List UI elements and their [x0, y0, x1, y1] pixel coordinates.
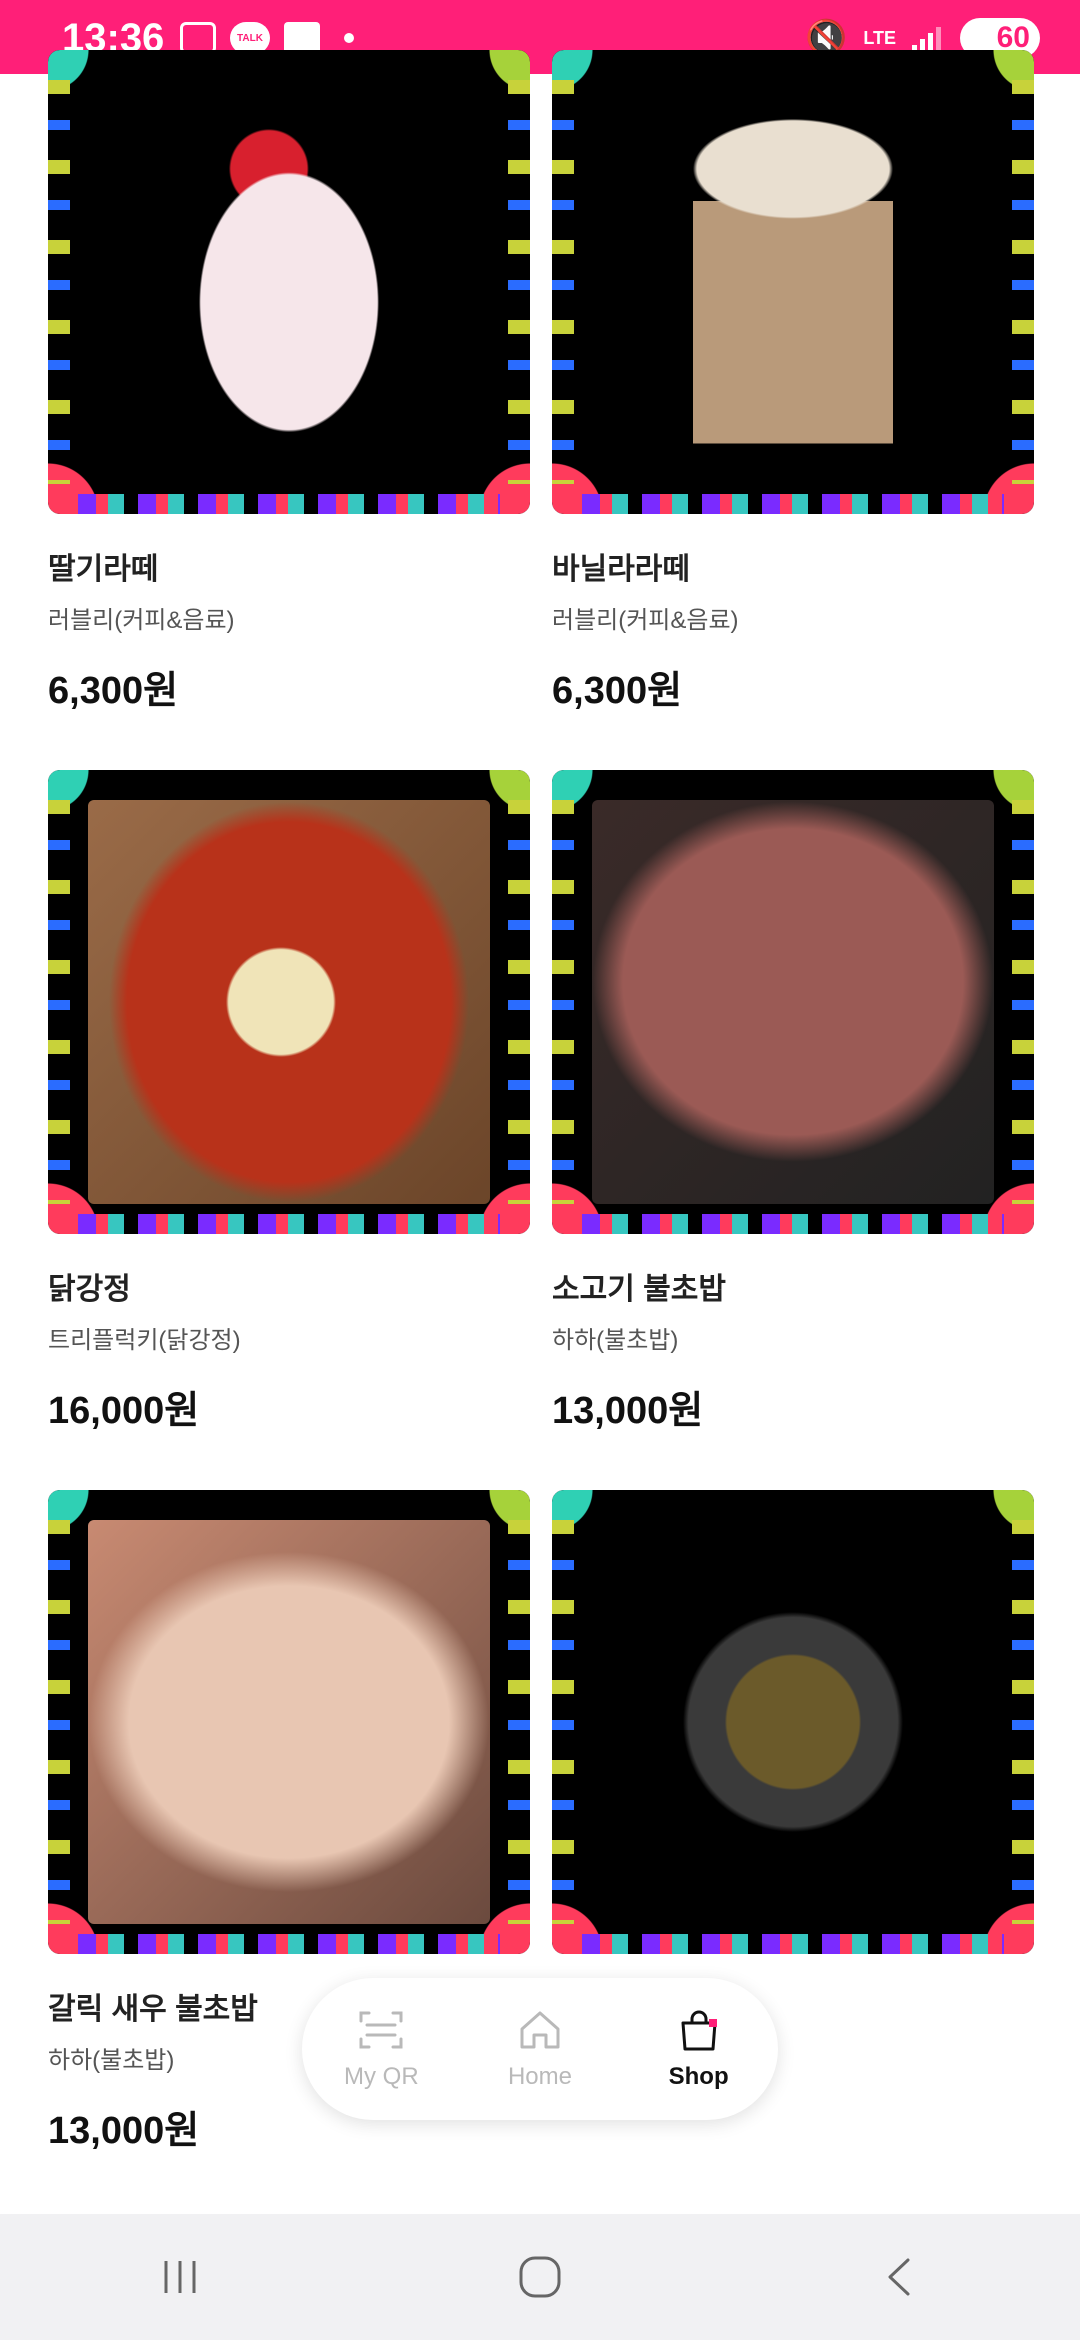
shrimp-sushi-photo	[88, 1520, 490, 1924]
home-icon	[520, 2011, 560, 2049]
nav-label-home: Home	[507, 2063, 572, 2090]
vanilla-latte-photo	[592, 80, 994, 484]
product-card[interactable]: 바닐라라떼 러블리(커피&음료) 6,300원	[552, 50, 1034, 714]
nav-label-my-qr: My QR	[343, 2063, 419, 2090]
bottom-nav: My QR Home Shop	[302, 1978, 778, 2120]
nav-item-home[interactable]: Home	[480, 2007, 600, 2091]
product-name: 닭강정	[48, 1273, 131, 1306]
product-store: 하하(불초밥)	[552, 1327, 679, 1354]
noodle-bowl-photo	[592, 1520, 994, 1924]
network-label: LTE	[863, 28, 896, 48]
product-image[interactable]	[552, 1490, 1034, 1954]
product-store: 러블리(커피&음료)	[48, 607, 235, 634]
back-button[interactable]	[870, 2252, 930, 2302]
strawberry-latte-photo	[88, 80, 490, 484]
product-image[interactable]	[48, 50, 530, 514]
product-name: 소고기 불초밥	[552, 1273, 726, 1306]
product-price: 16,000원	[48, 1390, 200, 1432]
signal-icon	[912, 23, 944, 53]
product-image[interactable]	[48, 770, 530, 1234]
more-notifications-icon	[344, 33, 354, 43]
product-card[interactable]: 닭강정 트리플럭키(닭강정) 16,000원	[48, 770, 530, 1434]
nav-item-my-qr[interactable]: My QR	[321, 2007, 441, 2091]
product-name: 딸기라떼	[48, 553, 159, 586]
home-system-button[interactable]	[510, 2252, 570, 2302]
recent-apps-button[interactable]	[150, 2252, 210, 2302]
product-image[interactable]	[552, 50, 1034, 514]
fried-chicken-photo	[88, 800, 490, 1204]
product-name: 바닐라라떼	[552, 553, 690, 586]
recent-apps-icon	[164, 2261, 196, 2293]
beef-sushi-photo	[592, 800, 994, 1204]
shopping-bag-icon	[681, 2010, 717, 2051]
nav-label-shop: Shop	[668, 2063, 729, 2090]
product-card[interactable]: 딸기라떼 러블리(커피&음료) 6,300원	[48, 50, 530, 714]
product-card[interactable]: 소고기 불초밥 하하(불초밥) 13,000원	[552, 770, 1034, 1434]
system-nav-bar	[0, 2214, 1080, 2340]
product-image[interactable]	[48, 1490, 530, 1954]
nav-item-shop[interactable]: Shop	[639, 2007, 759, 2091]
product-price: 13,000원	[552, 1390, 704, 1432]
home-circle-icon	[519, 2256, 561, 2298]
product-store: 러블리(커피&음료)	[552, 607, 739, 634]
product-store: 트리플럭키(닭강정)	[48, 1327, 241, 1354]
product-image[interactable]	[552, 770, 1034, 1234]
product-price: 6,300원	[552, 670, 683, 712]
product-card[interactable]	[552, 1490, 1034, 1984]
back-chevron-icon	[888, 2258, 910, 2296]
product-price: 6,300원	[48, 670, 179, 712]
qr-scan-icon	[359, 2011, 403, 2049]
